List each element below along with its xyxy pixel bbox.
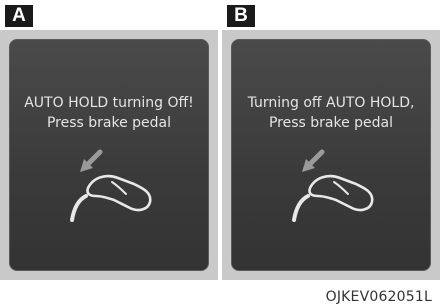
- message-line-1: Turning off AUTO HOLD,: [247, 95, 415, 111]
- cluster-display-frame: Turning off AUTO HOLD, Press brake pedal: [222, 30, 440, 280]
- cluster-display-frame: AUTO HOLD turning Off! Press brake pedal: [0, 30, 218, 280]
- figure-code: OJKEV062051L: [325, 289, 432, 305]
- panel-label-a: A: [5, 5, 33, 27]
- panel-b: B Turning off AUTO HOLD, Press brake ped…: [222, 0, 440, 280]
- brake-pedal-icon: [292, 149, 374, 222]
- message-line-2: Press brake pedal: [46, 115, 172, 131]
- panel-a: A AUTO HOLD turning Off! Press brake ped…: [0, 0, 218, 280]
- panel-label-b: B: [227, 5, 255, 27]
- cluster-display-screen: Turning off AUTO HOLD, Press brake pedal: [231, 39, 431, 271]
- cluster-display-screen: AUTO HOLD turning Off! Press brake pedal: [9, 39, 209, 271]
- message-line-1: AUTO HOLD turning Off!: [24, 95, 194, 111]
- warning-message: Turning off AUTO HOLD, Press brake pedal: [232, 93, 430, 133]
- brake-pedal-icon: [70, 149, 152, 222]
- message-line-2: Press brake pedal: [268, 115, 394, 131]
- warning-message: AUTO HOLD turning Off! Press brake pedal: [10, 93, 208, 133]
